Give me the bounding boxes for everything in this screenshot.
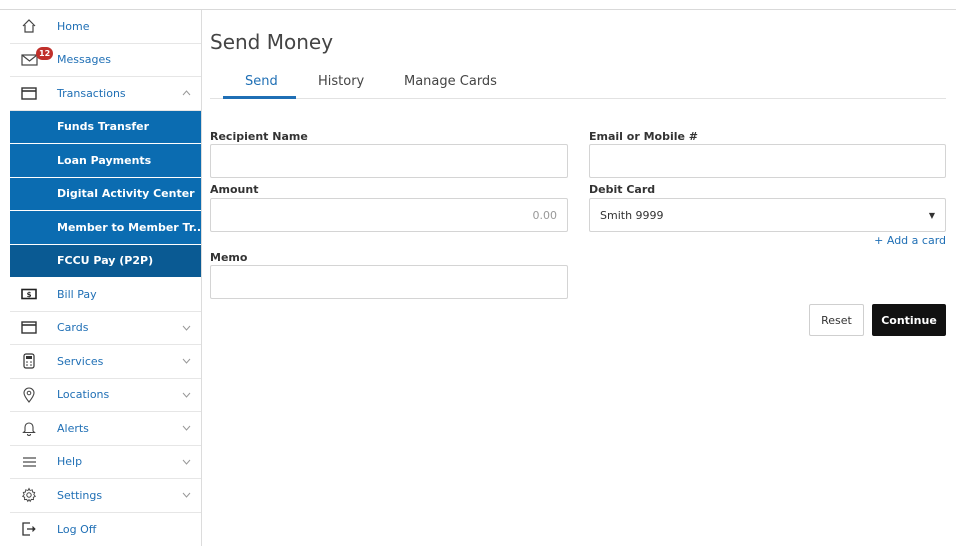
sidebar-subitem-label: Member to Member Tr... xyxy=(57,220,206,234)
sidebar-subitem-label: Funds Transfer xyxy=(57,120,150,134)
debit-card-label: Debit Card xyxy=(589,183,656,196)
sidebar-item-bill-pay[interactable]: $ Bill Pay xyxy=(10,278,201,312)
continue-button[interactable]: Continue xyxy=(872,304,946,336)
tab-bar: Send History Manage Cards xyxy=(210,70,946,99)
amount-input[interactable]: 0.00 xyxy=(210,198,568,232)
sidebar-item-help[interactable]: Help xyxy=(10,446,201,479)
amount-label: Amount xyxy=(210,183,259,196)
sidebar-item-label: Messages xyxy=(57,53,111,67)
svg-text:$: $ xyxy=(27,291,32,299)
chevron-down-icon[interactable] xyxy=(181,490,191,500)
sidebar-subitem-funds-transfer[interactable]: Funds Transfer xyxy=(10,110,201,144)
recipient-name-label: Recipient Name xyxy=(210,130,308,143)
email-mobile-input[interactable] xyxy=(589,144,946,178)
main-content: Send Money Send History Manage Cards Rec… xyxy=(210,10,950,546)
tab-send[interactable]: Send xyxy=(245,74,278,97)
sidebar-subitem-loan-payments[interactable]: Loan Payments xyxy=(10,144,201,178)
sidebar-item-label: Alerts xyxy=(57,421,89,435)
sidebar-item-home[interactable]: Home xyxy=(10,10,201,44)
active-tab-indicator xyxy=(223,96,296,99)
sidebar-item-label: Bill Pay xyxy=(57,287,97,301)
caret-down-icon: ▼ xyxy=(928,210,935,220)
dollar-bill-icon: $ xyxy=(20,285,38,303)
email-mobile-label: Email or Mobile # xyxy=(589,130,699,143)
sidebar-item-transactions[interactable]: Transactions xyxy=(10,77,201,111)
sidebar-subitem-digital-activity-center[interactable]: Digital Activity Center xyxy=(10,177,201,211)
memo-label: Memo xyxy=(210,251,248,264)
sidebar-item-alerts[interactable]: Alerts xyxy=(10,412,201,446)
calculator-icon xyxy=(20,352,38,370)
memo-input[interactable] xyxy=(210,265,568,299)
chevron-down-icon[interactable] xyxy=(181,390,191,400)
bell-icon xyxy=(20,419,38,437)
amount-placeholder: 0.00 xyxy=(532,208,558,222)
chevron-down-icon[interactable] xyxy=(181,457,191,467)
card-icon xyxy=(20,84,38,102)
page-title: Send Money xyxy=(210,30,334,54)
sidebar-item-messages[interactable]: 12 Messages xyxy=(10,44,201,77)
sidebar-item-label: Help xyxy=(57,455,83,469)
sidebar: Home 12 Messages Transactions Funds Tran… xyxy=(10,10,205,546)
tab-manage-cards[interactable]: Manage Cards xyxy=(404,74,497,97)
map-pin-icon xyxy=(20,386,38,404)
chevron-down-icon[interactable] xyxy=(181,356,191,366)
sidebar-item-cards[interactable]: Cards xyxy=(10,312,201,345)
sidebar-item-label: Locations xyxy=(57,388,110,402)
chevron-down-icon[interactable] xyxy=(181,323,191,333)
sidebar-item-locations[interactable]: Locations xyxy=(10,379,201,412)
sidebar-subitem-label: FCCU Pay (P2P) xyxy=(57,254,154,268)
messages-badge: 12 xyxy=(36,46,54,60)
reset-button[interactable]: Reset xyxy=(809,304,864,336)
sidebar-subitem-member-to-member[interactable]: Member to Member Tr... xyxy=(10,211,205,245)
home-icon xyxy=(20,17,38,35)
card-icon xyxy=(20,319,38,337)
recipient-name-input[interactable] xyxy=(210,144,568,178)
sidebar-item-services[interactable]: Services xyxy=(10,345,201,379)
sidebar-item-label: Home xyxy=(57,19,90,33)
sidebar-subitem-fccu-pay[interactable]: FCCU Pay (P2P) xyxy=(10,244,201,278)
menu-icon xyxy=(20,453,38,471)
sidebar-item-log-off[interactable]: Log Off xyxy=(10,513,201,546)
tab-history[interactable]: History xyxy=(318,74,364,97)
sidebar-item-settings[interactable]: Settings xyxy=(10,479,201,513)
sidebar-item-label: Settings xyxy=(57,488,103,502)
debit-card-select[interactable]: Smith 9999 ▼ xyxy=(589,198,946,232)
sidebar-subitem-label: Digital Activity Center xyxy=(57,187,195,201)
log-off-icon xyxy=(20,520,38,538)
sidebar-item-label: Cards xyxy=(57,321,89,335)
sidebar-item-label: Transactions xyxy=(57,86,126,100)
sidebar-item-label: Log Off xyxy=(57,522,97,536)
debit-card-value: Smith 9999 xyxy=(600,208,664,222)
add-card-link[interactable]: + Add a card xyxy=(874,234,946,247)
chevron-up-icon[interactable] xyxy=(181,88,191,98)
sidebar-item-label: Services xyxy=(57,354,104,368)
gear-icon xyxy=(20,486,38,504)
sidebar-subitem-label: Loan Payments xyxy=(57,153,152,167)
chevron-down-icon[interactable] xyxy=(181,423,191,433)
